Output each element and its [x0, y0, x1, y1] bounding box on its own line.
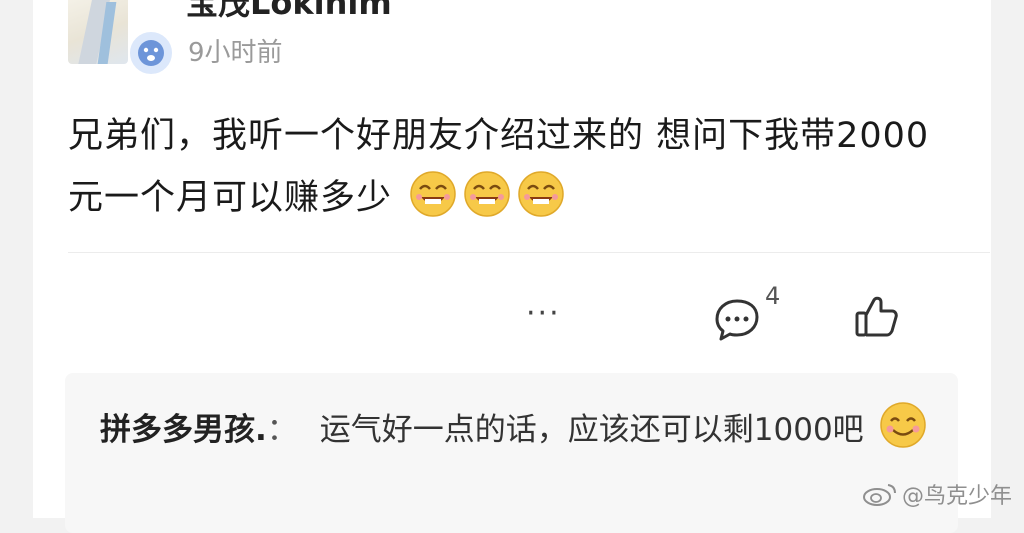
- more-button[interactable]: ···: [526, 296, 561, 331]
- money-face-emoji: [464, 171, 510, 217]
- divider: [68, 252, 990, 253]
- reply-author[interactable]: 拼多多男孩.: [100, 412, 267, 448]
- reply-text: 运气好一点的话，应该还可以剩1000吧: [319, 412, 864, 448]
- vip-badge-icon: [128, 30, 174, 76]
- comment-icon[interactable]: [713, 296, 761, 344]
- money-face-emoji: [518, 171, 564, 217]
- post-body: 兄弟们，我听一个好朋友介绍过来的 想问下我带2000元一个月可以赚多少: [68, 105, 948, 229]
- thumbs-up-icon[interactable]: [852, 292, 902, 342]
- avatar[interactable]: [68, 0, 128, 64]
- username[interactable]: 宝茂Lokihim: [186, 0, 392, 24]
- reply-body: 拼多多男孩.： 运气好一点的话，应该还可以剩1000吧: [100, 399, 930, 461]
- weibo-icon: [862, 484, 896, 506]
- comment-count: 4: [765, 282, 781, 310]
- money-face-emoji: [410, 171, 456, 217]
- post-time: 9小时前: [188, 38, 283, 68]
- watermark-text: @鸟克少年: [901, 484, 1012, 509]
- smile-emoji: [879, 402, 926, 448]
- reply-separator: ：: [266, 412, 298, 448]
- watermark: @鸟克少年: [862, 478, 1012, 510]
